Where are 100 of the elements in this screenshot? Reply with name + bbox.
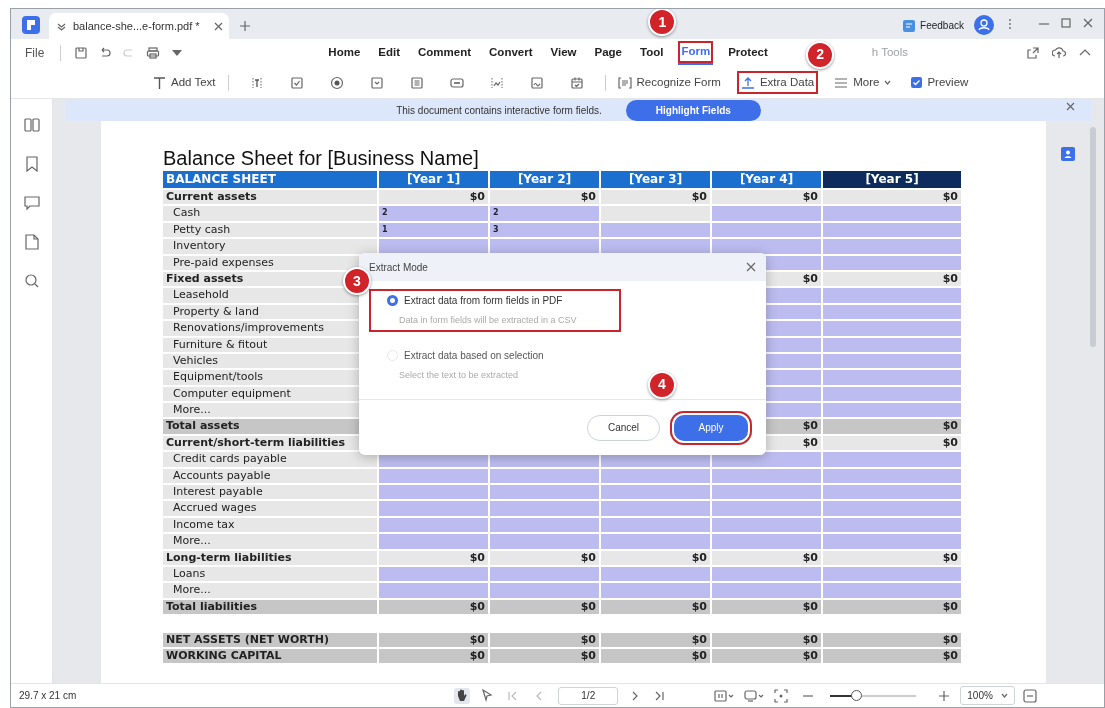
image-field-icon[interactable] — [489, 75, 504, 90]
avatar-icon[interactable] — [974, 15, 994, 35]
form-field[interactable] — [823, 517, 961, 533]
form-field[interactable] — [712, 239, 821, 254]
form-field[interactable] — [490, 468, 599, 484]
print-icon[interactable] — [146, 46, 161, 60]
form-field[interactable] — [601, 222, 710, 238]
text-field-icon[interactable] — [249, 75, 264, 90]
form-field[interactable] — [823, 206, 961, 221]
form-field[interactable] — [379, 239, 488, 254]
form-field[interactable] — [490, 485, 599, 500]
form-field[interactable] — [379, 517, 488, 533]
form-field[interactable] — [601, 534, 710, 549]
form-field[interactable] — [601, 501, 710, 516]
form-field[interactable] — [379, 501, 488, 516]
form-field[interactable] — [823, 288, 961, 303]
close-icon[interactable] — [1066, 102, 1075, 111]
add-tab-icon[interactable] — [239, 20, 251, 32]
fit-width-icon[interactable] — [1022, 688, 1037, 703]
form-field[interactable] — [823, 337, 961, 352]
form-field[interactable] — [823, 239, 961, 254]
list-box-icon[interactable] — [409, 75, 424, 90]
menu-tab[interactable]: Home — [325, 42, 364, 64]
form-field[interactable] — [823, 386, 961, 402]
radio-button-icon[interactable] — [329, 75, 344, 90]
radio-button[interactable] — [387, 295, 398, 306]
zoom-dropdown[interactable]: 100% — [960, 686, 1015, 705]
bookmark-icon[interactable] — [23, 156, 40, 172]
date-field-icon[interactable] — [569, 75, 584, 90]
form-field[interactable] — [379, 468, 488, 484]
form-field[interactable] — [712, 567, 821, 582]
form-field[interactable] — [601, 517, 710, 533]
menu-tab[interactable]: Tool — [637, 42, 667, 64]
form-field[interactable] — [712, 222, 821, 238]
form-field[interactable] — [712, 517, 821, 533]
close-icon[interactable] — [746, 262, 756, 272]
form-field[interactable] — [490, 567, 599, 582]
form-field[interactable] — [823, 403, 961, 418]
page-input[interactable]: 1/2 — [558, 686, 619, 705]
upload-icon[interactable] — [1052, 46, 1066, 60]
form-field[interactable]: 3 — [490, 222, 599, 238]
form-field[interactable] — [712, 485, 821, 500]
menu-tab[interactable]: Convert — [486, 42, 536, 64]
hand-icon[interactable] — [454, 687, 471, 704]
view-mode-icon[interactable] — [744, 688, 765, 703]
option-label[interactable]: Extract data from form fields in PDF — [404, 293, 563, 308]
form-field[interactable] — [712, 206, 821, 221]
save-icon[interactable] — [74, 46, 89, 60]
document-tab[interactable]: balance-she...e-form.pdf * — [49, 13, 229, 39]
form-field[interactable] — [379, 567, 488, 582]
scrollbar[interactable] — [1090, 127, 1096, 347]
form-field[interactable] — [379, 583, 488, 598]
button-field-icon[interactable] — [449, 75, 464, 90]
form-field[interactable] — [823, 485, 961, 500]
menu-tab[interactable]: Protect — [725, 42, 771, 64]
form-field[interactable]: 2 — [379, 206, 488, 221]
feedback-link[interactable]: Feedback — [920, 18, 964, 33]
form-field[interactable] — [490, 583, 599, 598]
toolbar-button[interactable]: Recognize Form — [613, 70, 725, 95]
form-field[interactable] — [490, 501, 599, 516]
form-field[interactable] — [712, 468, 821, 484]
form-field[interactable] — [601, 468, 710, 484]
form-field[interactable] — [823, 501, 961, 516]
form-field[interactable] — [823, 452, 961, 467]
form-field[interactable] — [379, 534, 488, 549]
form-field[interactable] — [823, 304, 961, 320]
attachment-icon[interactable] — [23, 234, 40, 250]
user-panel-icon[interactable] — [1061, 147, 1075, 161]
form-field[interactable] — [823, 468, 961, 484]
form-field[interactable] — [823, 222, 961, 238]
cancel-button[interactable]: Cancel — [587, 414, 660, 441]
form-field[interactable] — [712, 583, 821, 598]
form-field[interactable] — [823, 567, 961, 582]
form-field[interactable] — [490, 534, 599, 549]
chevron-icon[interactable] — [57, 21, 66, 31]
zoom-in-icon[interactable] — [938, 689, 951, 702]
combo-box-icon[interactable] — [369, 75, 384, 90]
form-field[interactable] — [379, 485, 488, 500]
comment-icon[interactable] — [23, 195, 40, 211]
form-field[interactable] — [712, 534, 821, 549]
add-text-button[interactable]: Add Text — [149, 70, 220, 95]
menu-tab[interactable]: Page — [591, 42, 625, 64]
form-field[interactable] — [490, 239, 599, 254]
pages-icon[interactable] — [23, 117, 40, 133]
toolbar-button[interactable]: More — [830, 70, 896, 95]
form-field[interactable] — [823, 583, 961, 598]
maximize-icon[interactable] — [1060, 17, 1072, 31]
highlight-fields-button[interactable]: Highlight Fields — [625, 99, 761, 121]
form-field[interactable] — [823, 255, 961, 270]
file-menu[interactable]: File — [25, 44, 45, 62]
form-field[interactable] — [490, 517, 599, 533]
form-field[interactable]: 2 — [490, 206, 599, 221]
form-field[interactable] — [823, 321, 961, 336]
menu-tab[interactable]: Form — [678, 41, 714, 65]
form-field[interactable] — [601, 485, 710, 500]
form-field[interactable] — [601, 567, 710, 582]
slider-thumb[interactable] — [851, 689, 863, 701]
share-icon[interactable] — [1026, 46, 1040, 60]
menu-tab[interactable]: View — [547, 42, 580, 64]
feedback-icon[interactable] — [902, 18, 917, 33]
